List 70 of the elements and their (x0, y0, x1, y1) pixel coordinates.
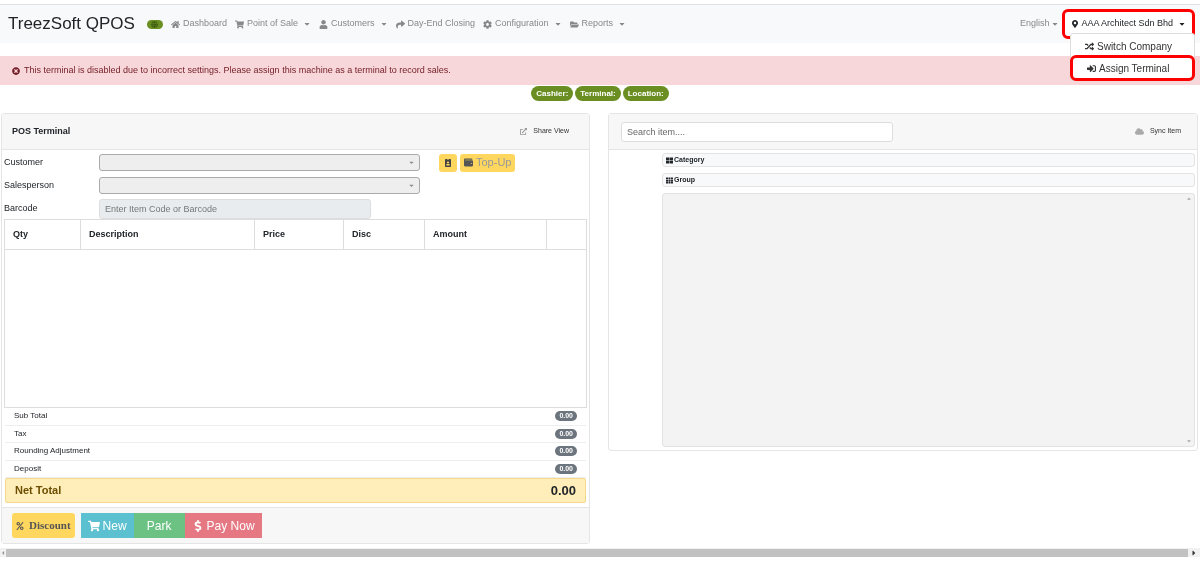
caret-icon (303, 20, 311, 28)
nav-link[interactable]: Dashboard (166, 17, 231, 31)
caret-icon (379, 20, 388, 28)
summary-label: Sub Total (14, 410, 48, 423)
gear-icon (483, 19, 493, 29)
caret-icon (1051, 20, 1060, 28)
nav-link[interactable]: Reports (565, 17, 631, 31)
scroll-right-icon (1190, 548, 1198, 557)
field-label: Customer (3, 155, 44, 169)
action-button[interactable]: New (80, 513, 134, 538)
scroll-up-icon (1186, 196, 1192, 202)
dot-grid-icon (666, 176, 673, 184)
home-icon (170, 19, 180, 29)
caret-icon (408, 159, 415, 166)
folder-icon (569, 19, 579, 29)
field-label: Salesperson (3, 178, 56, 192)
scroll-left-icon (0, 549, 6, 556)
nav-link[interactable]: Configuration (479, 17, 566, 31)
percent-icon (16, 521, 24, 530)
panel-title: POS Terminal (12, 124, 71, 138)
action-button[interactable]: Park (133, 513, 185, 538)
field-label: Barcode (3, 201, 39, 215)
shuffle-icon (1085, 41, 1094, 51)
column-header: Description (81, 220, 255, 249)
column-header: Price (255, 220, 344, 249)
company-dropdown[interactable]: AAA Architect Sdn Bhd (1065, 12, 1192, 36)
user-icon (319, 19, 328, 29)
grid-icon (666, 156, 673, 164)
nav-link[interactable]: Customers (315, 17, 392, 31)
wallet-icon (464, 158, 473, 167)
menu-item[interactable]: Assign Terminal (1073, 58, 1192, 78)
info-badge: Cashier: (531, 86, 574, 101)
nav-link[interactable]: Point of Sale (230, 17, 315, 31)
caret-icon (1178, 20, 1186, 28)
alert-message: This terminal is disabled due to incorrect settings. Please assign this machine as a terminal to record sales. (24, 63, 451, 77)
caret-icon (408, 182, 415, 189)
cart-icon (234, 19, 244, 29)
menu-item[interactable]: Switch Company (1071, 36, 1194, 56)
column-header: Qty (5, 220, 81, 249)
summary-label: Rounding Adjustment (14, 445, 91, 458)
info-badge: Location: (622, 86, 669, 101)
map-pin-icon (1071, 20, 1080, 28)
info-badge: Terminal: (575, 86, 621, 101)
net-total-label: Net Total (15, 483, 62, 499)
cart-icon (87, 519, 100, 532)
error-icon (12, 66, 20, 75)
nav-link[interactable]: Day-End Closing (391, 17, 480, 31)
select-field[interactable] (99, 154, 420, 171)
discount-button[interactable]: Discount (12, 513, 75, 538)
brand-title[interactable]: TreezSoft QPOS (8, 11, 135, 37)
caret-icon (553, 20, 562, 28)
id-badge-icon (444, 158, 452, 167)
scroll-down-icon (1186, 438, 1192, 444)
cloud-icon (1134, 127, 1144, 136)
column-header: Disc (344, 220, 425, 249)
select-field[interactable] (99, 177, 420, 194)
action-button[interactable]: Pay Now (184, 513, 262, 538)
net-total-value: 0.00 (550, 481, 576, 500)
share-icon (520, 128, 528, 135)
summary-label: Tax (14, 427, 27, 440)
top-up-button[interactable]: Top-Up (460, 153, 516, 172)
caret-icon (618, 20, 627, 28)
member-card-button[interactable] (439, 153, 457, 172)
search-field[interactable]: Search item.... (621, 121, 893, 142)
column-header: Amount (425, 220, 547, 249)
globe-icon (151, 20, 159, 28)
language-dropdown[interactable]: English (1019, 17, 1060, 31)
summary-label: Deposit (14, 462, 42, 475)
share-arrow-icon (395, 19, 405, 29)
sign-in-icon (1087, 63, 1096, 73)
